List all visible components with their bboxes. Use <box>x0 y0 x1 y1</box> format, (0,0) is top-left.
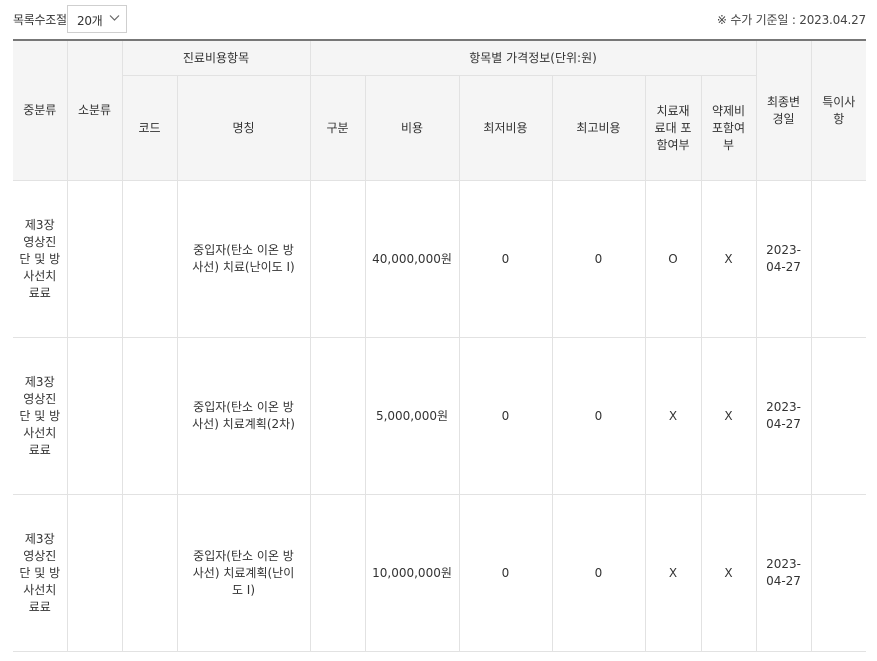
header-cost: 비용 <box>364 75 460 181</box>
cell-name: 중입자(탄소 이온 방사선) 치료계획(2차) <box>176 337 311 495</box>
header-material-included: 치료재료대 포함여부 <box>644 75 702 181</box>
header-name: 명칭 <box>176 75 311 181</box>
list-toolbar: 목록수조절 20개 ※ 수가 기준일 : 2023.04.27 <box>0 0 877 40</box>
header-division: 구분 <box>309 75 366 181</box>
cell-cost: 40,000,000원 <box>364 180 460 338</box>
table-row: 제3장 영상진단 및 방사선치료료 중입자(탄소 이온 방사선) 치료(난이도 … <box>13 180 866 338</box>
cell-drug-included: X <box>700 494 757 652</box>
cell-drug-included: X <box>700 180 757 338</box>
cell-name: 중입자(탄소 이온 방사선) 치료계획(난이도 I) <box>176 494 311 652</box>
cell-max-cost: 0 <box>551 180 646 338</box>
price-table: 중분류 소분류 진료비용항목 항목별 가격정보(단위:원) 최종변경일 특이사항… <box>13 39 866 652</box>
cell-last-modified: 2023-04-27 <box>755 337 812 495</box>
list-count-label: 목록수조절 <box>13 13 67 27</box>
cell-material-included: X <box>644 494 702 652</box>
header-group-treatment: 진료비용항목 <box>121 39 311 76</box>
cell-code <box>121 180 178 338</box>
cell-max-cost: 0 <box>551 337 646 495</box>
cell-max-cost: 0 <box>551 494 646 652</box>
list-count-value: 20개 <box>77 14 103 28</box>
cell-code <box>121 494 178 652</box>
cell-drug-included: X <box>700 337 757 495</box>
cell-minor <box>66 494 123 652</box>
cell-min-cost: 0 <box>458 494 553 652</box>
cell-material-included: X <box>644 337 702 495</box>
cell-material-included: O <box>644 180 702 338</box>
header-drug-included: 약제비 포함여부 <box>700 75 756 181</box>
table-row: 제3장 영상진단 및 방사선치료료 중입자(탄소 이온 방사선) 치료계획(난이… <box>13 494 866 652</box>
header-max-cost: 최고비용 <box>551 75 646 181</box>
cell-minor <box>66 337 123 495</box>
cell-division <box>309 494 366 652</box>
cell-division <box>309 180 366 338</box>
cell-notes <box>810 337 866 495</box>
list-count-select[interactable]: 20개 <box>67 5 127 33</box>
cell-name: 중입자(탄소 이온 방사선) 치료(난이도 I) <box>176 180 311 338</box>
cell-division <box>309 337 366 495</box>
table-header: 중분류 소분류 진료비용항목 항목별 가격정보(단위:원) 최종변경일 특이사항… <box>13 39 866 181</box>
header-group-price: 항목별 가격정보(단위:원) <box>309 39 757 76</box>
header-code: 코드 <box>122 75 178 181</box>
cell-major: 제3장 영상진단 및 방사선치료료 <box>13 180 68 338</box>
cell-notes <box>810 494 866 652</box>
cell-code <box>121 337 178 495</box>
cell-min-cost: 0 <box>458 337 553 495</box>
table-row: 제3장 영상진단 및 방사선치료료 중입자(탄소 이온 방사선) 치료계획(2차… <box>13 337 866 495</box>
header-major: 중분류 <box>13 39 68 181</box>
chevron-down-icon <box>109 15 120 21</box>
cell-last-modified: 2023-04-27 <box>755 180 812 338</box>
cell-last-modified: 2023-04-27 <box>755 494 812 652</box>
cell-major: 제3장 영상진단 및 방사선치료료 <box>13 337 68 495</box>
cell-min-cost: 0 <box>458 180 553 338</box>
fee-basis-date: ※ 수가 기준일 : 2023.04.27 <box>716 13 866 27</box>
cell-minor <box>66 180 123 338</box>
cell-notes <box>810 180 866 338</box>
cell-major: 제3장 영상진단 및 방사선치료료 <box>13 494 68 652</box>
header-min-cost: 최저비용 <box>458 75 553 181</box>
cell-cost: 10,000,000원 <box>364 494 460 652</box>
header-minor: 소분류 <box>66 39 123 181</box>
table-body: 제3장 영상진단 및 방사선치료료 중입자(탄소 이온 방사선) 치료(난이도 … <box>13 180 866 652</box>
cell-cost: 5,000,000원 <box>364 337 460 495</box>
header-notes: 특이사항 <box>810 39 866 181</box>
header-last-modified: 최종변경일 <box>755 39 812 181</box>
